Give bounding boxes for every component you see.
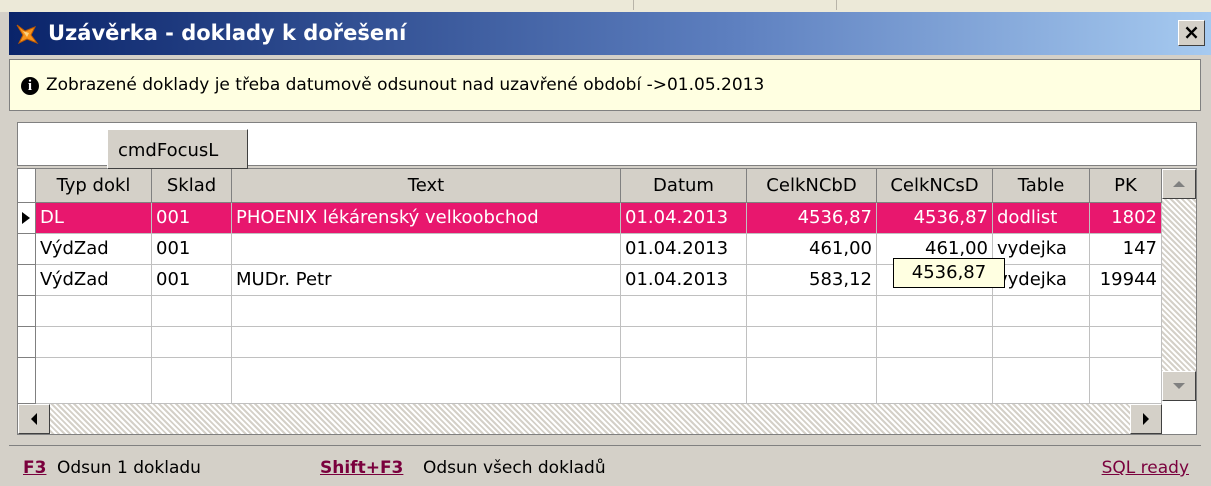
empty-cell[interactable]: [232, 327, 621, 358]
arrow-down-icon: [1173, 383, 1185, 389]
info-text: Zobrazené doklady je třeba datumově odsu…: [46, 75, 765, 95]
background-strip: [0, 0, 1211, 12]
grid-cell[interactable]: 4536,87: [877, 203, 993, 234]
grid-cell[interactable]: 001: [152, 234, 232, 265]
empty-cell[interactable]: [1090, 327, 1162, 358]
info-icon: i: [21, 77, 39, 95]
row-selector[interactable]: [18, 265, 36, 296]
empty-cell[interactable]: [152, 327, 232, 358]
status-bar: F3 Odsun 1 dokladu Shift+F3 Odsun všech …: [9, 445, 1201, 486]
grid-cell[interactable]: PHOENIX lékárenský velkoobchod: [232, 203, 621, 234]
column-header-pk[interactable]: PK: [1090, 169, 1162, 203]
empty-cell[interactable]: [152, 358, 232, 404]
grid-cell[interactable]: dodlist: [993, 203, 1090, 234]
horizontal-scrollbar[interactable]: [18, 404, 1162, 434]
empty-cell[interactable]: [621, 358, 747, 404]
f3-shortcut-link[interactable]: F3: [23, 458, 46, 478]
empty-cell[interactable]: [747, 358, 877, 404]
empty-cell[interactable]: [232, 358, 621, 404]
close-button[interactable]: ×: [1178, 20, 1205, 46]
close-icon: ×: [1183, 20, 1200, 44]
grid-cell[interactable]: 001: [152, 203, 232, 234]
row-selector-header: [18, 169, 36, 203]
empty-cell[interactable]: [877, 358, 993, 404]
column-header-datum[interactable]: Datum: [621, 169, 747, 203]
grid-cell[interactable]: 01.04.2013: [621, 265, 747, 296]
empty-cell[interactable]: [1090, 296, 1162, 327]
empty-cell[interactable]: [621, 296, 747, 327]
scroll-up-button[interactable]: [1162, 169, 1196, 199]
f3-description: Odsun 1 dokladu: [57, 458, 201, 478]
grid-cell[interactable]: 4536,87: [747, 203, 877, 234]
grid-cell[interactable]: 01.04.2013: [621, 234, 747, 265]
empty-cell[interactable]: [621, 327, 747, 358]
sql-status-link[interactable]: SQL ready: [1102, 458, 1189, 478]
app-window: Uzávěrka - doklady k dořešení × i Zobraz…: [0, 0, 1211, 486]
scroll-right-button[interactable]: [1130, 404, 1162, 434]
column-header-celkncsd[interactable]: CelkNCsD: [877, 169, 993, 203]
empty-cell[interactable]: [232, 296, 621, 327]
current-row-icon: [22, 212, 30, 224]
window-title: Uzávěrka - doklady k dořešení: [48, 21, 407, 45]
focus-command-button[interactable]: cmdFocusL: [107, 129, 248, 169]
vertical-scrollbar[interactable]: [1162, 169, 1196, 401]
grid-cell[interactable]: 147: [1090, 234, 1162, 265]
arrow-right-icon: [1143, 413, 1149, 425]
empty-cell[interactable]: [152, 296, 232, 327]
grid-cell[interactable]: 01.04.2013: [621, 203, 747, 234]
empty-cell[interactable]: [747, 327, 877, 358]
focus-command-label: cmdFocusL: [118, 140, 219, 161]
grid-cell[interactable]: DL: [36, 203, 152, 234]
scroll-left-button[interactable]: [18, 404, 50, 434]
column-header-text[interactable]: Text: [232, 169, 621, 203]
shift-f3-description: Odsun všech dokladů: [423, 458, 606, 478]
grid-cell[interactable]: 583,12: [747, 265, 877, 296]
scroll-corner: [1162, 404, 1196, 434]
grid-cell[interactable]: VýdZad: [36, 234, 152, 265]
row-selector[interactable]: [18, 327, 36, 358]
row-selector[interactable]: [18, 203, 36, 234]
empty-cell[interactable]: [993, 327, 1090, 358]
empty-cell[interactable]: [36, 327, 152, 358]
grid-cell[interactable]: vydejka: [993, 234, 1090, 265]
empty-cell[interactable]: [36, 296, 152, 327]
title-bar: Uzávěrka - doklady k dořešení ×: [9, 12, 1211, 55]
grid-cell[interactable]: 461,00: [747, 234, 877, 265]
empty-cell[interactable]: [36, 358, 152, 404]
column-header-typ[interactable]: Typ dokl: [36, 169, 152, 203]
documents-grid: Typ dokl Sklad Text Datum CelkNCbD CelkN…: [17, 168, 1197, 435]
grid-cell[interactable]: [232, 234, 621, 265]
app-fox-icon: [16, 24, 39, 45]
grid-cell[interactable]: MUDr. Petr: [232, 265, 621, 296]
info-message: i Zobrazené doklady je třeba datumově od…: [9, 59, 1201, 111]
column-header-table[interactable]: Table: [993, 169, 1090, 203]
value-tooltip: 4536,87: [893, 258, 1005, 288]
grid-cell[interactable]: VýdZad: [36, 265, 152, 296]
column-header-sklad[interactable]: Sklad: [152, 169, 232, 203]
grid-cell[interactable]: 1802: [1090, 203, 1162, 234]
empty-cell[interactable]: [993, 296, 1090, 327]
row-selector[interactable]: [18, 358, 36, 404]
scroll-down-button[interactable]: [1162, 371, 1196, 401]
grid-cell[interactable]: 001: [152, 265, 232, 296]
shift-f3-shortcut-link[interactable]: Shift+F3: [320, 458, 403, 478]
empty-cell[interactable]: [877, 296, 993, 327]
arrow-up-icon: [1173, 181, 1185, 187]
empty-cell[interactable]: [1090, 358, 1162, 404]
column-header-celkncbd[interactable]: CelkNCbD: [747, 169, 877, 203]
row-selector[interactable]: [18, 234, 36, 265]
grid-cell[interactable]: 19944: [1090, 265, 1162, 296]
grid-cell[interactable]: vydejka: [993, 265, 1090, 296]
empty-cell[interactable]: [993, 358, 1090, 404]
empty-cell[interactable]: [877, 327, 993, 358]
empty-cell[interactable]: [747, 296, 877, 327]
arrow-left-icon: [31, 413, 37, 425]
row-selector[interactable]: [18, 296, 36, 327]
